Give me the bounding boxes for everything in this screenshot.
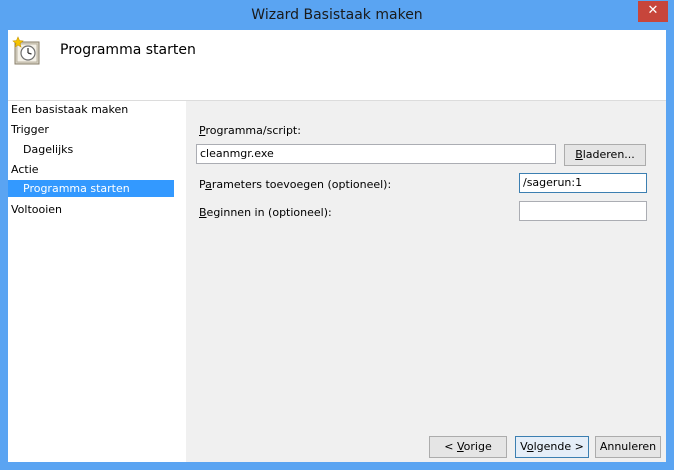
start-in-input[interactable] — [519, 201, 647, 221]
close-icon: ✕ — [647, 3, 659, 18]
task-clock-icon — [12, 36, 40, 65]
start-in-label-text: eginnen in (optioneel): — [206, 206, 332, 219]
parameters-label-accesskey: a — [205, 178, 212, 191]
start-in-label: Beginnen in (optioneel): — [199, 206, 332, 219]
browse-button-text: laderen... — [582, 148, 635, 161]
sidebar-item-create-basic-task[interactable]: Een basistaak maken — [8, 101, 186, 118]
wizard-window: Wizard Basistaak maken ✕ Programma start… — [0, 0, 674, 470]
program-script-label: Programma/script: — [199, 124, 301, 137]
next-button-text: lgende > — [533, 440, 584, 453]
program-script-label-text: rogramma/script: — [205, 124, 301, 137]
cancel-button[interactable]: Annuleren — [595, 436, 661, 458]
next-button-pre: V — [520, 440, 527, 453]
back-button-accesskey: V — [456, 440, 464, 453]
next-button[interactable]: Volgende > — [515, 436, 589, 458]
parameters-label-text: rameters toevoegen (optioneel): — [211, 178, 392, 191]
sidebar-item-finish[interactable]: Voltooien — [8, 201, 186, 218]
sidebar-item-daily[interactable]: Dagelijks — [8, 141, 174, 158]
program-script-input[interactable]: cleanmgr.exe — [196, 144, 556, 164]
browse-button-accesskey: B — [575, 148, 583, 161]
sidebar-item-start-program[interactable]: Programma starten — [8, 180, 174, 197]
window-title: Wizard Basistaak maken — [251, 7, 423, 23]
next-button-accesskey: o — [526, 440, 534, 453]
sidebar-item-action[interactable]: Actie — [8, 161, 186, 178]
page-title: Programma starten — [60, 42, 196, 58]
wizard-steps-sidebar: Een basistaak maken Trigger Dagelijks Ac… — [8, 101, 186, 462]
sidebar-item-trigger[interactable]: Trigger — [8, 121, 186, 138]
title-bar[interactable]: Wizard Basistaak maken ✕ — [0, 0, 674, 30]
back-button-pre: < — [444, 440, 457, 453]
browse-button[interactable]: Bladeren... — [564, 144, 646, 166]
back-button[interactable]: < Vorige — [429, 436, 507, 458]
wizard-client-area: Programma starten Een basistaak maken Tr… — [8, 30, 666, 462]
start-in-label-accesskey: B — [199, 206, 207, 219]
wizard-header: Programma starten — [8, 30, 666, 101]
close-button[interactable]: ✕ — [638, 1, 668, 22]
parameters-input[interactable]: /sagerun:1 — [519, 173, 647, 193]
parameters-label: Parameters toevoegen (optioneel): — [199, 178, 391, 191]
back-button-text: orige — [463, 440, 492, 453]
